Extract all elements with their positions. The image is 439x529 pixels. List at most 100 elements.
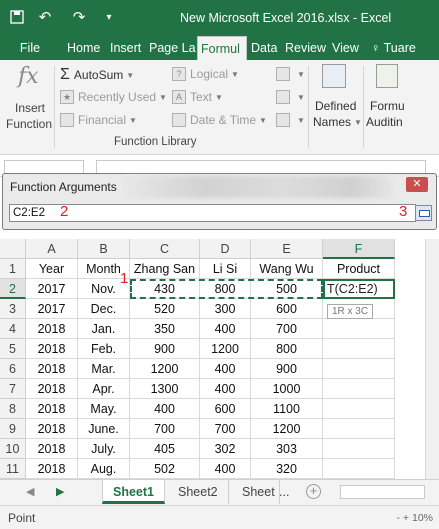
scroll-right-icon[interactable]: ▶ [56,485,64,498]
cell-a10[interactable]: 2018 [26,439,78,459]
cell-c2[interactable]: 430 [130,279,200,299]
cell-d1[interactable]: Li Si [200,259,251,279]
tab-page-layout[interactable]: Page La [146,36,196,60]
formula-auditing-icon[interactable] [376,64,398,88]
cell-c1[interactable]: Zhang San [130,259,200,279]
tab-review[interactable]: Review [282,36,329,60]
cell-c3[interactable]: 520 [130,299,200,319]
cell-c7[interactable]: 1300 [130,379,200,399]
horizontal-scrollbar[interactable] [340,485,425,499]
cell-a4[interactable]: 2018 [26,319,78,339]
recently-used-button[interactable]: ★ Recently Used ▼ [60,90,167,104]
cell-d8[interactable]: 600 [200,399,251,419]
defined-names-label-1[interactable]: Defined [315,99,356,113]
cell-e10[interactable]: 303 [251,439,323,459]
cell-f7[interactable] [323,379,395,399]
cell-d2[interactable]: 800 [200,279,251,299]
quick-access-dropdown-icon[interactable]: ▾ [98,6,120,28]
insert-function-label-2[interactable]: Function [6,117,52,131]
undo-icon[interactable]: ↶ [34,6,56,28]
cell-b9[interactable]: June. [78,419,130,439]
cell-a3[interactable]: 2017 [26,299,78,319]
cell-d7[interactable]: 400 [200,379,251,399]
column-header-d[interactable]: D [200,239,251,259]
autosum-button[interactable]: Σ AutoSum ▼ [60,66,134,84]
row-header-9[interactable]: 9 [0,419,26,439]
row-header-2[interactable]: 2 [0,279,26,299]
more-sheets-button[interactable]: ... [275,480,293,504]
cell-f5[interactable] [323,339,395,359]
cell-d5[interactable]: 1200 [200,339,251,359]
add-sheet-icon[interactable]: + [306,484,321,499]
cell-f8[interactable] [323,399,395,419]
cell-d10[interactable]: 302 [200,439,251,459]
cell-b4[interactable]: Jan. [78,319,130,339]
cell-b5[interactable]: Feb. [78,339,130,359]
cell-d9[interactable]: 700 [200,419,251,439]
cell-b3[interactable]: Dec. [78,299,130,319]
cell-a7[interactable]: 2018 [26,379,78,399]
name-box[interactable] [4,160,84,174]
cell-e2[interactable]: 500 [251,279,323,299]
cell-d6[interactable]: 400 [200,359,251,379]
cell-e11[interactable]: 320 [251,459,323,479]
cell-c5[interactable]: 900 [130,339,200,359]
cell-c8[interactable]: 400 [130,399,200,419]
cell-f11[interactable] [323,459,395,479]
formula-input[interactable] [96,160,426,174]
column-header-e[interactable]: E [251,239,323,259]
cell-b10[interactable]: July. [78,439,130,459]
expand-dialog-icon[interactable] [415,205,432,221]
cell-a8[interactable]: 2018 [26,399,78,419]
cell-e3[interactable]: 600 [251,299,323,319]
column-header-f[interactable]: F [323,239,395,259]
row-header-5[interactable]: 5 [0,339,26,359]
cell-a11[interactable]: 2018 [26,459,78,479]
cell-e4[interactable]: 700 [251,319,323,339]
date-time-button[interactable]: Date & Time ▼ [172,113,267,127]
cell-a1[interactable]: Year [26,259,78,279]
row-header-10[interactable]: 10 [0,439,26,459]
vertical-scrollbar[interactable] [425,239,439,479]
cell-a2[interactable]: 2017 [26,279,78,299]
row-header-11[interactable]: 11 [0,459,26,479]
insert-function-label-1[interactable]: Insert [15,101,45,115]
defined-names-icon[interactable] [322,64,346,88]
cell-b8[interactable]: May. [78,399,130,419]
cell-f10[interactable] [323,439,395,459]
range-input[interactable]: C2:E2 [9,204,416,222]
close-button[interactable]: ✕ [406,177,428,192]
cell-c10[interactable]: 405 [130,439,200,459]
cell-c11[interactable]: 502 [130,459,200,479]
cell-e6[interactable]: 900 [251,359,323,379]
cell-b6[interactable]: Mar. [78,359,130,379]
column-header-b[interactable]: B [78,239,130,259]
financial-button[interactable]: Financial ▼ [60,113,137,127]
cell-e5[interactable]: 800 [251,339,323,359]
column-header-c[interactable]: C [130,239,200,259]
cell-d3[interactable]: 300 [200,299,251,319]
select-all-corner[interactable] [0,239,26,259]
cell-f6[interactable] [323,359,395,379]
zoom-control[interactable]: - + 10% [397,512,433,524]
lookup-reference-button[interactable]: ▼ [276,67,305,81]
row-header-1[interactable]: 1 [0,259,26,279]
cell-a9[interactable]: 2018 [26,419,78,439]
more-functions-button[interactable]: ▼ [276,113,305,127]
cell-d4[interactable]: 400 [200,319,251,339]
tab-file[interactable]: File [0,36,60,60]
cell-b7[interactable]: Apr. [78,379,130,399]
cell-e1[interactable]: Wang Wu [251,259,323,279]
cell-b11[interactable]: Aug. [78,459,130,479]
cell-d11[interactable]: 400 [200,459,251,479]
row-header-7[interactable]: 7 [0,379,26,399]
cell-c9[interactable]: 700 [130,419,200,439]
row-header-4[interactable]: 4 [0,319,26,339]
fx-icon[interactable]: fx [18,64,39,89]
save-icon[interactable] [6,6,28,28]
cell-e8[interactable]: 1100 [251,399,323,419]
tab-view[interactable]: View [329,36,362,60]
formula-auditing-label-2[interactable]: Auditin [366,115,403,129]
cell-e7[interactable]: 1000 [251,379,323,399]
tab-home[interactable]: Home [64,36,103,60]
